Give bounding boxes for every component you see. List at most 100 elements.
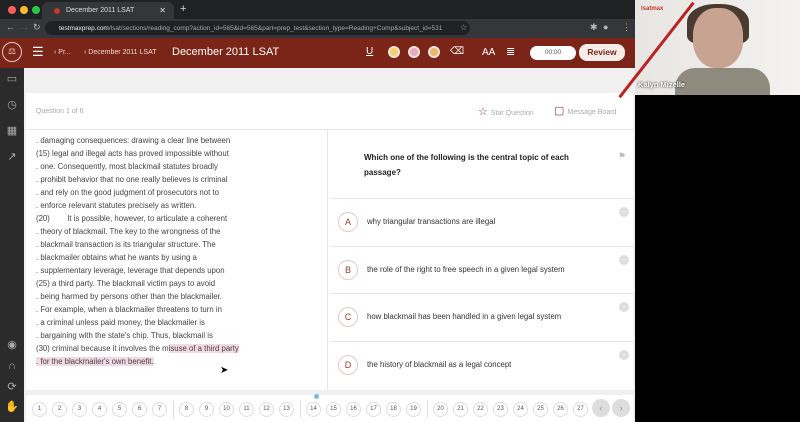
- profile-avatar[interactable]: ●: [603, 22, 608, 32]
- highlight-yellow-icon[interactable]: [388, 46, 400, 58]
- next-page-button[interactable]: ›: [612, 399, 630, 417]
- answer-choice-c[interactable]: Chow blackmail has been handled in a giv…: [330, 293, 633, 340]
- question-nav-16[interactable]: 16: [346, 402, 361, 417]
- eliminate-answer-icon[interactable]: −: [619, 254, 629, 265]
- eliminate-answer-icon[interactable]: −: [619, 349, 629, 360]
- question-nav-6[interactable]: 6: [132, 402, 147, 417]
- question-nav-9[interactable]: 9: [199, 402, 214, 417]
- minimize-window-button[interactable]: [20, 6, 28, 14]
- browser-tab[interactable]: December 2011 LSAT ✕: [42, 2, 174, 19]
- question-nav-17[interactable]: 17: [366, 402, 381, 417]
- highlighted-text[interactable]: . for the blackmailer's own benefit.: [36, 357, 154, 366]
- passage-line: (30) criminal because it involves the mi…: [36, 342, 327, 355]
- close-window-button[interactable]: [8, 6, 16, 14]
- answer-choice-d[interactable]: Dthe history of blackmail as a legal con…: [330, 340, 633, 388]
- star-label: Star Question: [490, 110, 534, 117]
- hand-icon[interactable]: ✋: [5, 400, 19, 414]
- maximize-window-button[interactable]: [32, 6, 40, 14]
- sync-icon[interactable]: ⟳: [5, 380, 19, 394]
- message-board-button[interactable]: ▢ Message Board: [554, 104, 616, 117]
- timer[interactable]: 00:00: [530, 46, 576, 60]
- highlight-orange-icon[interactable]: [428, 46, 440, 58]
- question-stem: Which one of the following is the centra…: [364, 153, 569, 177]
- user-icon[interactable]: ◉: [5, 338, 19, 352]
- passage-line: . For example, when a blackmailer threat…: [36, 305, 222, 314]
- question-nav-21[interactable]: 21: [453, 402, 468, 417]
- bookmark-star-icon[interactable]: ☆: [460, 23, 467, 32]
- question-navigator: 1 2 3 4 5 6 7 8 9 10 11 12 13 14 15 16 17 18 19 20 21 22 23 24 2…: [26, 394, 633, 422]
- highlighted-text[interactable]: isuse of a third party: [168, 344, 239, 353]
- question-nav-20[interactable]: 20: [433, 402, 448, 417]
- question-nav-26[interactable]: 26: [553, 402, 568, 417]
- question-nav-1[interactable]: 1: [32, 402, 47, 417]
- forward-icon[interactable]: →: [20, 22, 29, 32]
- lsatmax-logo[interactable]: ⚖: [2, 42, 22, 62]
- review-button[interactable]: Review: [579, 44, 625, 61]
- close-tab-icon[interactable]: ✕: [159, 6, 166, 15]
- answer-letter[interactable]: D: [338, 354, 358, 375]
- passage[interactable]: . damaging consequences: drawing a clear…: [26, 130, 328, 390]
- passage-line: . enforce relevant statutes precisely as…: [36, 201, 197, 210]
- star-question-button[interactable]: ☆ Star Question: [478, 105, 534, 118]
- back-icon[interactable]: ←: [6, 22, 15, 32]
- address-bar[interactable]: testmaxprep.com/lsat/sections/reading_co…: [45, 21, 470, 35]
- sidebar: ▭ ◷ ▦ ↗ ◉ ∩ ⟳ ✋: [0, 68, 24, 422]
- hamburger-menu-icon[interactable]: ☰: [32, 44, 44, 60]
- menu-icon[interactable]: ⋮: [622, 22, 631, 33]
- eliminate-answer-icon[interactable]: −: [619, 302, 629, 312]
- question-nav-19[interactable]: 19: [406, 402, 421, 417]
- question-nav-2[interactable]: 2: [52, 402, 67, 417]
- eraser-icon[interactable]: ⌫: [450, 46, 464, 57]
- browser-chrome: December 2011 LSAT ✕ + ← → ↻ testmaxprep.…: [0, 0, 635, 38]
- highlight-pink-icon[interactable]: [408, 46, 420, 58]
- chat-icon[interactable]: ▭: [5, 72, 19, 86]
- new-tab-button[interactable]: +: [180, 3, 186, 15]
- question-nav-11[interactable]: 11: [239, 402, 254, 417]
- font-size-button[interactable]: AA: [482, 47, 495, 58]
- question-panel: Question 1 of 6 ☆ Star Question ▢ Message …: [26, 93, 633, 390]
- flag-icon[interactable]: ⚑: [618, 151, 626, 162]
- question-nav-25[interactable]: 25: [533, 402, 548, 417]
- passage-line: . damaging consequences: drawing a clear…: [36, 136, 231, 145]
- breadcrumb-back[interactable]: ‹ Pr...: [54, 49, 71, 56]
- answer-text: the role of the right to free speech in …: [367, 264, 565, 274]
- question-nav-5[interactable]: 5: [112, 402, 127, 417]
- passage-text: (30) criminal because it involves the m: [36, 344, 169, 353]
- question-nav-14[interactable]: 14: [306, 402, 321, 417]
- line-spacing-icon[interactable]: ≣: [506, 45, 515, 58]
- app-header: ☰ ‹ Pr... ‹ December 2011 LSAT December …: [0, 38, 635, 68]
- question-nav-22[interactable]: 22: [473, 402, 488, 417]
- question-nav-4[interactable]: 4: [92, 402, 107, 417]
- calendar-icon[interactable]: ▦: [5, 124, 19, 138]
- prev-page-button[interactable]: ‹: [592, 399, 610, 417]
- url-path: /lsat/sections/reading_comp?action_id=56…: [108, 25, 443, 32]
- clock-icon[interactable]: ◷: [5, 98, 19, 112]
- question-nav-18[interactable]: 18: [386, 402, 401, 417]
- passage-line: (25) a third party. The blackmail victim…: [36, 279, 216, 288]
- answer-choice-a[interactable]: Awhy triangular transactions are illegal…: [330, 198, 633, 245]
- chart-icon[interactable]: ↗: [5, 150, 19, 164]
- question-nav-13[interactable]: 13: [279, 402, 294, 417]
- question-nav-23[interactable]: 23: [493, 402, 508, 417]
- reload-icon[interactable]: ↻: [33, 22, 41, 33]
- question-nav-3[interactable]: 3: [72, 402, 87, 417]
- breadcrumb-test[interactable]: ‹ December 2011 LSAT: [84, 49, 157, 56]
- question-nav-15[interactable]: 15: [326, 402, 341, 417]
- answer-letter[interactable]: B: [338, 259, 358, 280]
- tab-title: December 2011 LSAT: [66, 7, 135, 14]
- extensions-icon[interactable]: ✱: [590, 22, 598, 33]
- eliminate-answer-icon[interactable]: −: [619, 207, 629, 217]
- presenter-shirt: [675, 68, 770, 95]
- answer-choice-b[interactable]: Bthe role of the right to free speech in…: [330, 245, 633, 293]
- question-nav-12[interactable]: 12: [259, 402, 274, 417]
- question-nav-8[interactable]: 8: [179, 402, 194, 417]
- underline-icon[interactable]: U: [366, 46, 373, 57]
- answer-letter[interactable]: C: [338, 307, 358, 327]
- question-nav-27[interactable]: 27: [573, 402, 588, 417]
- question-nav-10[interactable]: 10: [219, 402, 234, 417]
- passage-line: . for the blackmailer's own benefit.: [36, 355, 327, 368]
- question-nav-7[interactable]: 7: [152, 402, 167, 417]
- answer-letter[interactable]: A: [338, 212, 358, 232]
- headset-icon[interactable]: ∩: [5, 360, 19, 374]
- question-nav-24[interactable]: 24: [513, 402, 528, 417]
